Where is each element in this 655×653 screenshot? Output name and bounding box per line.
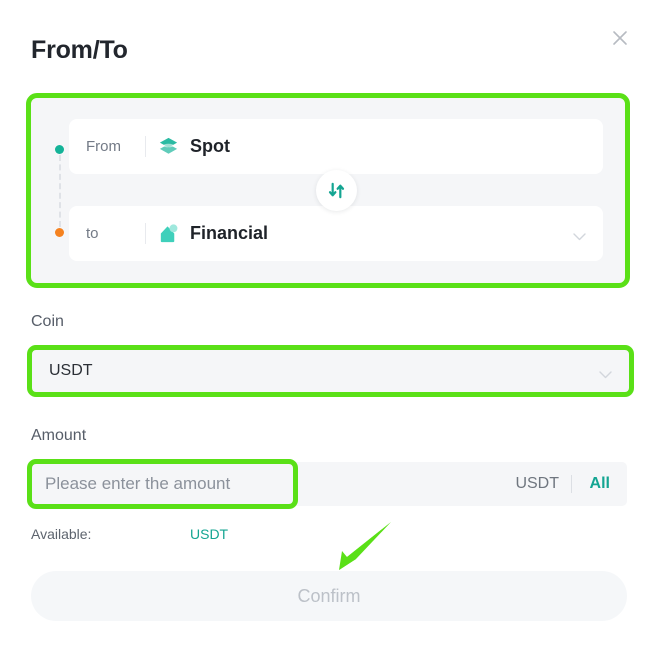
available-label: Available: <box>31 526 92 542</box>
dialog-header: From/To <box>0 0 655 88</box>
amount-divider <box>571 475 572 493</box>
amount-unit-label: USDT <box>515 475 559 492</box>
page-title: From/To <box>31 36 128 64</box>
amount-field: USDT All <box>31 462 627 506</box>
coin-highlight-annotation <box>27 345 634 397</box>
from-to-highlight-annotation <box>26 93 630 288</box>
amount-all-button[interactable]: All <box>590 462 610 506</box>
amount-input[interactable] <box>45 462 375 506</box>
amount-label: Amount <box>31 427 87 444</box>
coin-label: Coin <box>31 313 64 330</box>
available-value: USDT <box>190 526 229 542</box>
from-to-dialog: From/To From Spot to Financial Coin USDT… <box>0 0 655 653</box>
close-icon[interactable] <box>605 23 635 53</box>
confirm-button[interactable]: Confirm <box>31 571 627 621</box>
